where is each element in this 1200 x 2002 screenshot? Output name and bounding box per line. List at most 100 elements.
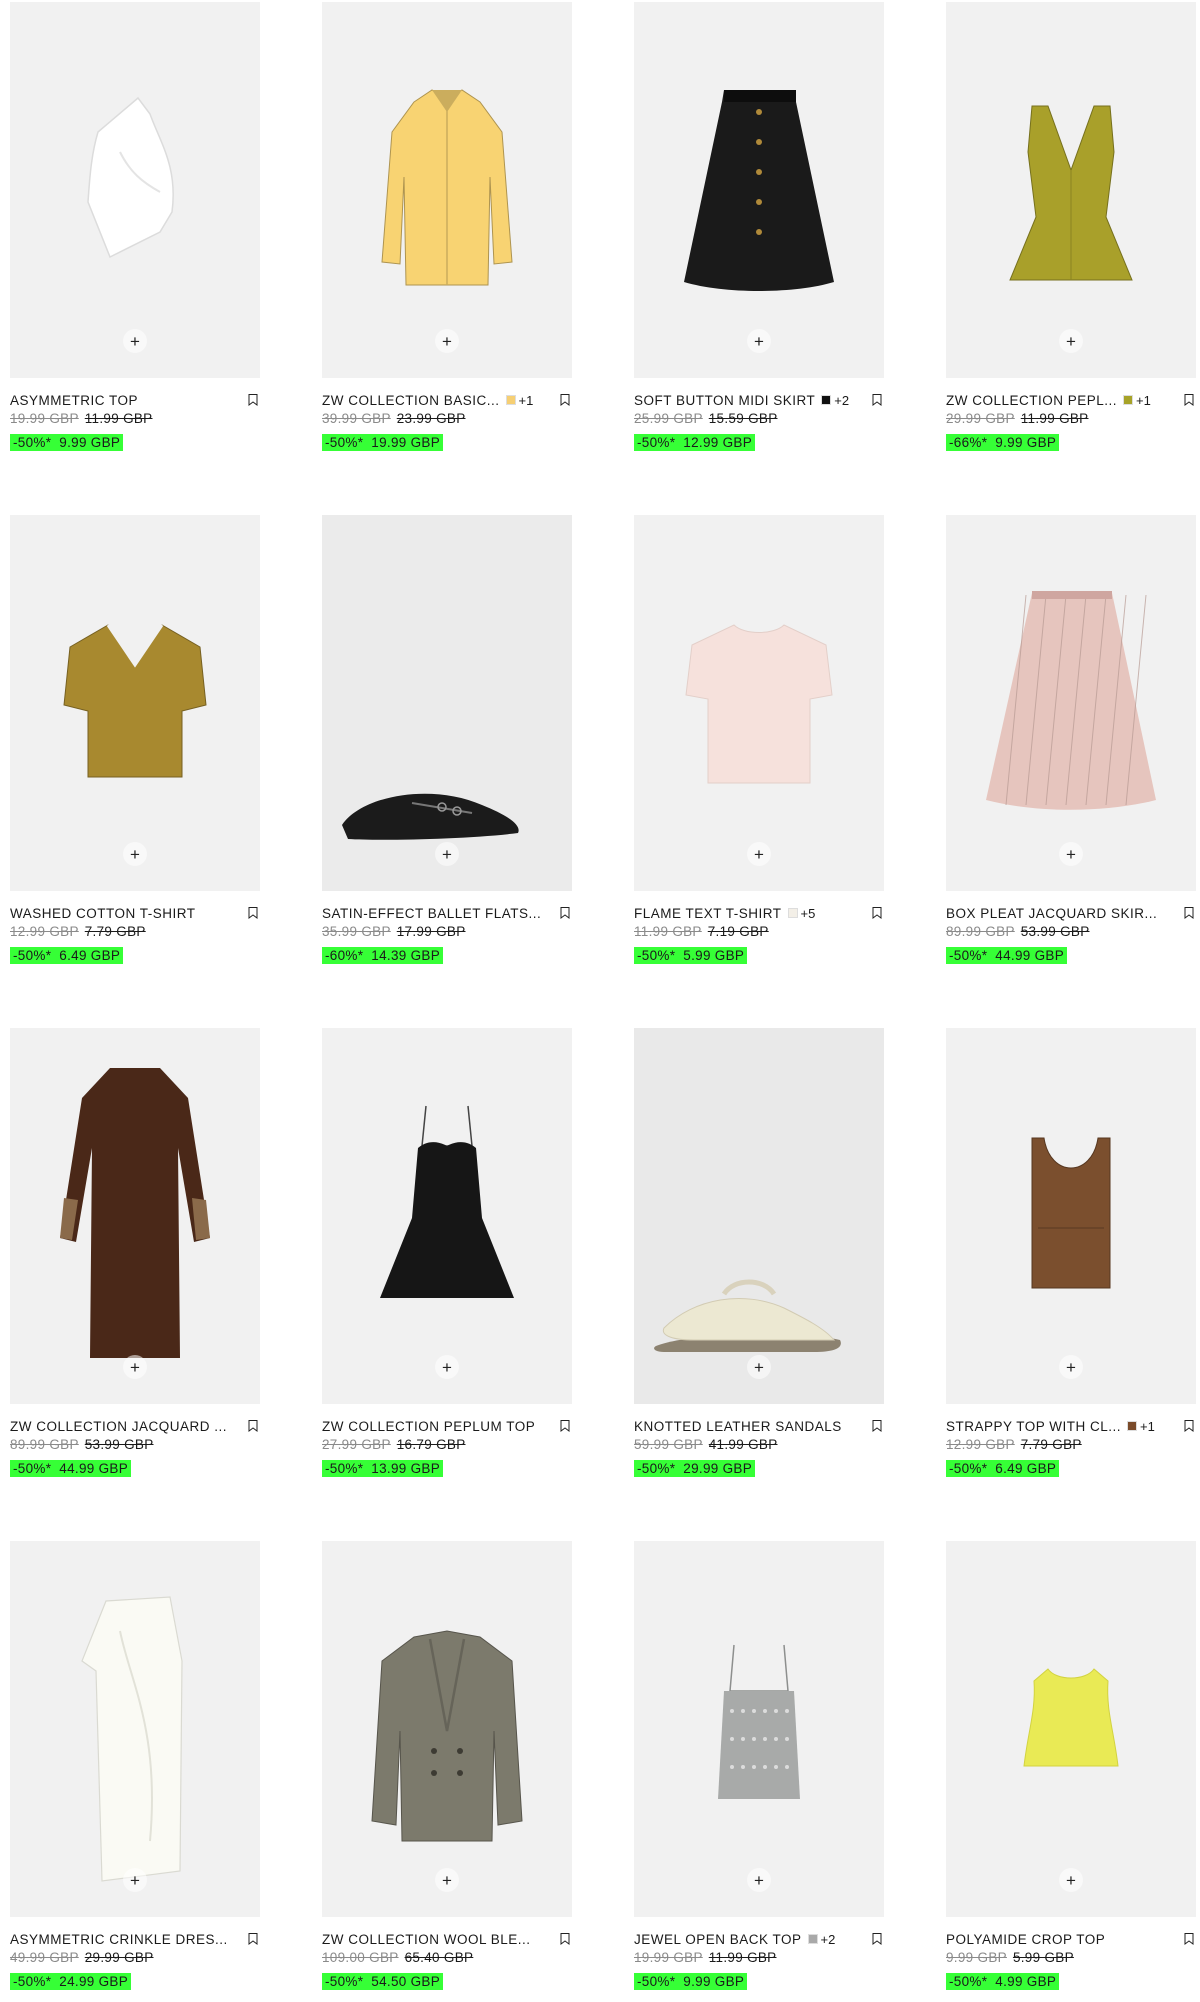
color-swatch[interactable] bbox=[1123, 395, 1134, 405]
more-colors-count[interactable]: +1 bbox=[519, 393, 534, 408]
bookmark-icon[interactable] bbox=[1184, 907, 1194, 919]
product-name[interactable]: BOX PLEAT JACQUARD SKIR... bbox=[946, 906, 1157, 921]
product-image[interactable]: + bbox=[946, 1541, 1196, 1917]
product-card[interactable]: + ASYMMETRIC CRINKLE DRES... 49.99 GBP 29… bbox=[10, 1541, 260, 1991]
product-name[interactable]: KNOTTED LEATHER SANDALS bbox=[634, 1419, 842, 1434]
bookmark-icon[interactable] bbox=[248, 394, 258, 406]
add-to-cart-button[interactable]: + bbox=[435, 842, 459, 866]
product-card[interactable]: + SATIN-EFFECT BALLET FLATS... 35.99 GBP… bbox=[322, 515, 572, 965]
product-image[interactable]: + bbox=[946, 515, 1196, 891]
color-swatch[interactable] bbox=[807, 1934, 818, 1944]
bookmark-icon[interactable] bbox=[248, 1933, 258, 1945]
color-swatch[interactable] bbox=[1127, 1421, 1138, 1431]
product-name[interactable]: ZW COLLECTION PEPLUM TOP bbox=[322, 1419, 535, 1434]
bookmark-icon[interactable] bbox=[560, 907, 570, 919]
product-image[interactable]: + bbox=[634, 1028, 884, 1404]
product-card[interactable]: + SOFT BUTTON MIDI SKIRT +2 25.99 GBP 15.… bbox=[634, 2, 884, 452]
product-card[interactable]: + ZW COLLECTION PEPL... +1 29.99 GBP 11.9… bbox=[946, 2, 1196, 452]
product-image[interactable]: + bbox=[10, 1541, 260, 1917]
product-name[interactable]: WASHED COTTON T-SHIRT bbox=[10, 906, 196, 921]
sale-price: 5.99 GBP bbox=[683, 948, 745, 963]
product-name[interactable]: STRAPPY TOP WITH CL... bbox=[946, 1419, 1121, 1434]
add-to-cart-button[interactable]: + bbox=[747, 1355, 771, 1379]
product-image[interactable]: + bbox=[946, 2, 1196, 378]
product-name[interactable]: ZW COLLECTION JACQUARD ... bbox=[10, 1419, 227, 1434]
product-image[interactable]: + bbox=[10, 2, 260, 378]
product-image[interactable]: + bbox=[10, 515, 260, 891]
product-card[interactable]: + ASYMMETRIC TOP 19.99 GBP 11.99 GBP -50%… bbox=[10, 2, 260, 452]
bookmark-icon[interactable] bbox=[872, 1933, 882, 1945]
product-card[interactable]: + BOX PLEAT JACQUARD SKIR... 89.99 GBP 53… bbox=[946, 515, 1196, 965]
bookmark-icon[interactable] bbox=[1184, 1933, 1194, 1945]
original-price: 9.99 GBP bbox=[946, 1950, 1007, 1965]
product-card[interactable]: + ZW COLLECTION PEPLUM TOP 27.99 GBP 16.7… bbox=[322, 1028, 572, 1478]
bookmark-icon[interactable] bbox=[248, 1420, 258, 1432]
product-image[interactable]: + bbox=[322, 1541, 572, 1917]
product-image[interactable]: + bbox=[322, 1028, 572, 1404]
product-card[interactable]: + ZW COLLECTION WOOL BLE... 109.00 GBP 65… bbox=[322, 1541, 572, 1991]
bookmark-icon[interactable] bbox=[1184, 1420, 1194, 1432]
product-name[interactable]: ZW COLLECTION PEPL... bbox=[946, 393, 1117, 408]
bookmark-icon[interactable] bbox=[560, 1933, 570, 1945]
product-name[interactable]: JEWEL OPEN BACK TOP bbox=[634, 1932, 802, 1947]
add-to-cart-button[interactable]: + bbox=[747, 329, 771, 353]
product-card[interactable]: + POLYAMIDE CROP TOP 9.99 GBP 5.99 GBP -5… bbox=[946, 1541, 1196, 1991]
sale-price: 12.99 GBP bbox=[683, 435, 753, 450]
more-colors-count[interactable]: +2 bbox=[834, 393, 849, 408]
product-image[interactable]: + bbox=[634, 1541, 884, 1917]
more-colors-count[interactable]: +1 bbox=[1136, 393, 1151, 408]
product-image[interactable]: + bbox=[322, 2, 572, 378]
add-to-cart-button[interactable]: + bbox=[123, 1868, 147, 1892]
add-to-cart-button[interactable]: + bbox=[123, 842, 147, 866]
product-name[interactable]: ZW COLLECTION BASIC... bbox=[322, 393, 500, 408]
add-to-cart-button[interactable]: + bbox=[123, 1355, 147, 1379]
more-colors-count[interactable]: +5 bbox=[801, 906, 816, 921]
add-to-cart-button[interactable]: + bbox=[747, 842, 771, 866]
bookmark-icon[interactable] bbox=[872, 394, 882, 406]
product-image[interactable]: + bbox=[634, 515, 884, 891]
add-to-cart-button[interactable]: + bbox=[1059, 1355, 1083, 1379]
color-swatch[interactable] bbox=[505, 395, 516, 405]
add-to-cart-button[interactable]: + bbox=[1059, 842, 1083, 866]
bookmark-icon[interactable] bbox=[1184, 394, 1194, 406]
add-to-cart-button[interactable]: + bbox=[435, 1355, 459, 1379]
product-card[interactable]: + JEWEL OPEN BACK TOP +2 19.99 GBP 11.99 … bbox=[634, 1541, 884, 1991]
add-to-cart-button[interactable]: + bbox=[1059, 329, 1083, 353]
more-colors-count[interactable]: +2 bbox=[821, 1932, 836, 1947]
product-image[interactable]: + bbox=[322, 515, 572, 891]
product-card[interactable]: + ZW COLLECTION BASIC... +1 39.99 GBP 23.… bbox=[322, 2, 572, 452]
price-row: 12.99 GBP 7.79 GBP bbox=[10, 924, 260, 942]
product-image[interactable]: + bbox=[634, 2, 884, 378]
add-to-cart-button[interactable]: + bbox=[435, 329, 459, 353]
add-to-cart-button[interactable]: + bbox=[123, 329, 147, 353]
color-swatch[interactable] bbox=[821, 395, 832, 405]
add-to-cart-button[interactable]: + bbox=[435, 1868, 459, 1892]
add-to-cart-button[interactable]: + bbox=[1059, 1868, 1083, 1892]
product-card[interactable]: + FLAME TEXT T-SHIRT +5 11.99 GBP 7.19 GB… bbox=[634, 515, 884, 965]
product-name[interactable]: ASYMMETRIC TOP bbox=[10, 393, 138, 408]
product-name[interactable]: POLYAMIDE CROP TOP bbox=[946, 1932, 1105, 1947]
add-to-cart-button[interactable]: + bbox=[747, 1868, 771, 1892]
more-colors-count[interactable]: +1 bbox=[1140, 1419, 1155, 1434]
product-name[interactable]: SATIN-EFFECT BALLET FLATS... bbox=[322, 906, 541, 921]
bookmark-icon[interactable] bbox=[872, 907, 882, 919]
product-card[interactable]: + WASHED COTTON T-SHIRT 12.99 GBP 7.79 GB… bbox=[10, 515, 260, 965]
product-name[interactable]: ZW COLLECTION WOOL BLE... bbox=[322, 1932, 531, 1947]
product-card[interactable]: + ZW COLLECTION JACQUARD ... 89.99 GBP 53… bbox=[10, 1028, 260, 1478]
product-name[interactable]: FLAME TEXT T-SHIRT bbox=[634, 906, 782, 921]
product-photo bbox=[63, 624, 207, 778]
product-card[interactable]: + STRAPPY TOP WITH CL... +1 12.99 GBP 7.7… bbox=[946, 1028, 1196, 1478]
product-photo bbox=[371, 1630, 523, 1842]
color-swatch[interactable] bbox=[787, 908, 798, 918]
product-card[interactable]: + KNOTTED LEATHER SANDALS 59.99 GBP 41.99… bbox=[634, 1028, 884, 1478]
discount-percent: -50%* bbox=[637, 948, 676, 963]
bookmark-icon[interactable] bbox=[872, 1420, 882, 1432]
bookmark-icon[interactable] bbox=[248, 907, 258, 919]
product-photo bbox=[654, 1279, 841, 1352]
product-image[interactable]: + bbox=[10, 1028, 260, 1404]
bookmark-icon[interactable] bbox=[560, 1420, 570, 1432]
product-name[interactable]: SOFT BUTTON MIDI SKIRT bbox=[634, 393, 815, 408]
product-image[interactable]: + bbox=[946, 1028, 1196, 1404]
bookmark-icon[interactable] bbox=[560, 394, 570, 406]
product-name[interactable]: ASYMMETRIC CRINKLE DRES... bbox=[10, 1932, 228, 1947]
